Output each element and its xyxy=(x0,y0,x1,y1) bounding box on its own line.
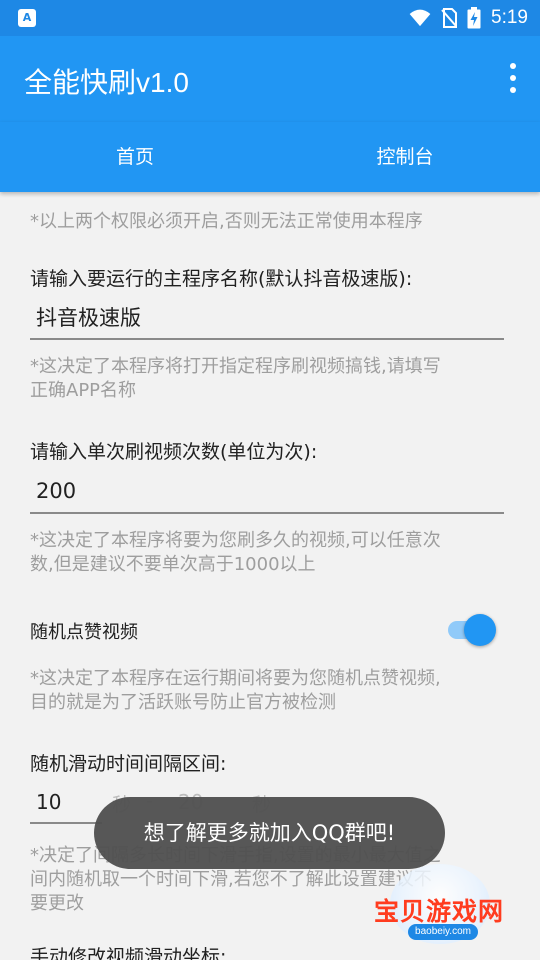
random-like-switch[interactable] xyxy=(444,612,500,648)
status-time: 5:19 xyxy=(491,7,528,28)
video-count-hint-line1: *这决定了本程序将要为您刷多久的视频,可以任意次 xyxy=(30,530,441,551)
tab-bar: 首页 控制台 xyxy=(0,122,540,192)
app-notification-icon: A xyxy=(18,9,36,27)
switch-thumb[interactable] xyxy=(464,614,496,646)
watermark-url: baobeiy.com xyxy=(408,924,478,940)
toast-message: 想了解更多就加入QQ群吧! xyxy=(94,797,445,869)
app-name-hint-line1: *这决定了本程序将打开指定程序刷视频搞钱,请填写 xyxy=(30,356,441,377)
app-name-input[interactable] xyxy=(30,298,504,336)
app-bar: 全能快刷v1.0 xyxy=(0,36,540,122)
wifi-icon xyxy=(409,9,431,27)
interval-min-field[interactable] xyxy=(30,784,102,824)
app-title: 全能快刷v1.0 xyxy=(24,67,189,98)
random-like-label: 随机点赞视频 xyxy=(30,622,138,643)
overflow-menu-icon[interactable] xyxy=(508,63,518,93)
battery-charging-icon xyxy=(467,7,481,29)
tab-home[interactable]: 首页 xyxy=(0,122,270,192)
menu-dot xyxy=(510,75,516,81)
permission-hint: *以上两个权限必须开启,否则无法正常使用本程序 xyxy=(30,211,423,232)
swipe-interval-label: 随机滑动时间间隔区间: xyxy=(30,753,227,775)
no-sim-icon xyxy=(441,8,458,28)
random-like-hint-line1: *这决定了本程序在运行期间将要为您随机点赞视频, xyxy=(30,668,441,689)
app-name-label: 请输入要运行的主程序名称(默认抖音极速版): xyxy=(30,268,413,290)
site-watermark: 宝贝游戏网 baobeiy.com xyxy=(360,860,520,950)
status-bar: A 5:19 xyxy=(0,0,540,36)
app-name-hint-line2: 正确APP名称 xyxy=(30,380,137,401)
menu-dot xyxy=(510,63,516,69)
video-count-field[interactable] xyxy=(30,472,504,514)
video-count-hint-line2: 数,但是建议不要单次高于1000以上 xyxy=(30,554,316,575)
interval-min-input[interactable] xyxy=(30,784,102,820)
watermark-text: 宝贝游戏网 xyxy=(373,897,504,926)
menu-dot xyxy=(510,87,516,93)
random-like-hint-line2: 目的就是为了活跃账号防止官方被检测 xyxy=(30,692,336,713)
swipe-coords-label: 手动修改视频滑动坐标: xyxy=(30,946,227,960)
video-count-input[interactable] xyxy=(30,472,504,510)
status-icons: 5:19 xyxy=(409,0,528,36)
tab-console[interactable]: 控制台 xyxy=(270,122,540,192)
app-name-field[interactable] xyxy=(30,298,504,340)
video-count-label: 请输入单次刷视频次数(单位为次): xyxy=(30,441,318,463)
